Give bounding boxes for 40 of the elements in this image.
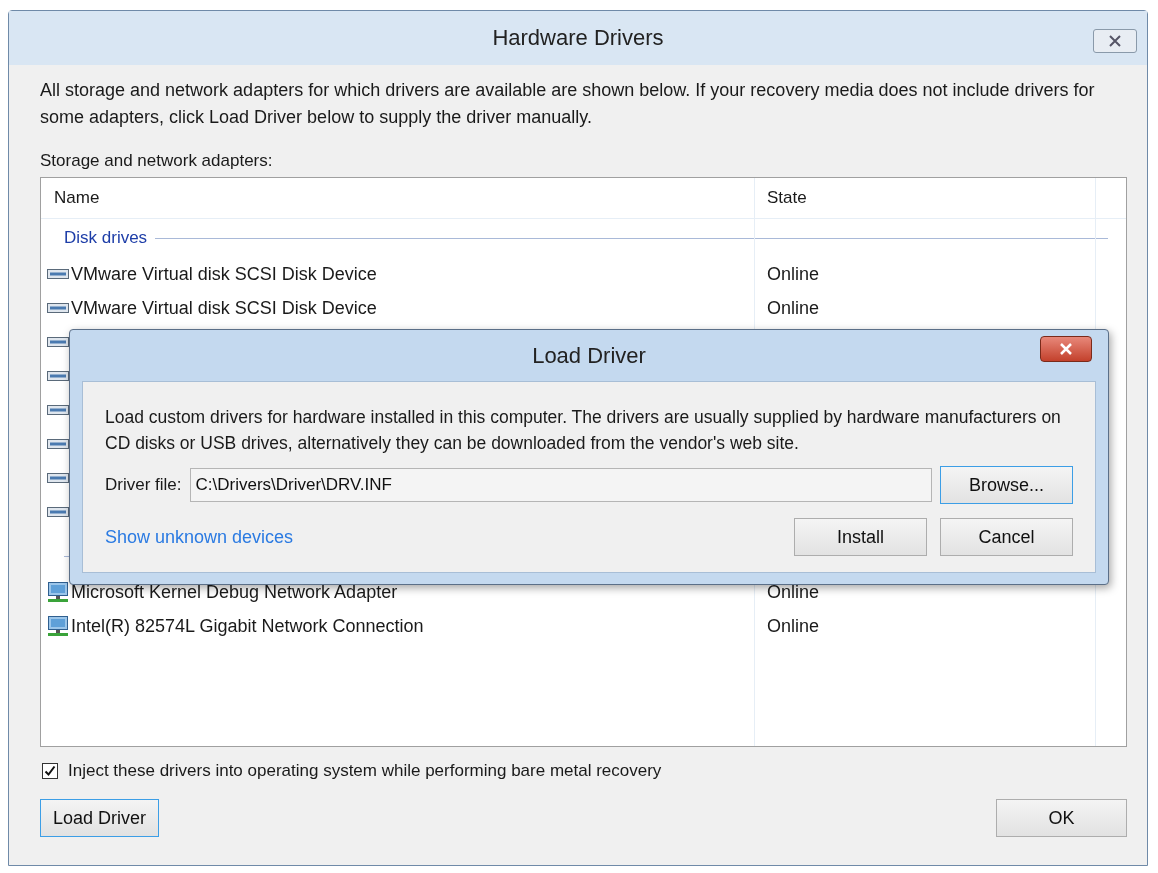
disk-drive-icon bbox=[47, 405, 69, 415]
adapter-name[interactable]: Microsoft Kernel Debug Network Adapter bbox=[71, 581, 398, 603]
adapter-state: Online bbox=[766, 581, 820, 603]
network-adapter-icon bbox=[47, 615, 69, 637]
adapter-state: Online bbox=[766, 297, 820, 319]
browse-button[interactable]: Browse... bbox=[940, 466, 1073, 504]
column-header[interactable]: Name bbox=[41, 188, 754, 208]
driver-file-field[interactable]: C:\Drivers\Driver\DRV.INF bbox=[189, 468, 932, 502]
disk-drive-icon bbox=[47, 269, 69, 279]
disk-drive-icon bbox=[47, 371, 69, 381]
cancel-button[interactable]: Cancel bbox=[940, 518, 1073, 556]
instructions-text: All storage and network adapters for which drivers are available are shown below. If your recovery media does not include drivers for some adapters, click Load Driver below to supply the driver manually. bbox=[40, 79, 1096, 129]
adapter-state: Online bbox=[766, 615, 820, 637]
dialog-title: Load Driver bbox=[532, 342, 646, 369]
group-header[interactable]: Disk drives bbox=[64, 228, 148, 248]
disk-drive-icon bbox=[47, 439, 69, 449]
close-icon bbox=[1059, 343, 1073, 355]
window-title: Hardware Drivers bbox=[492, 25, 664, 51]
disk-drive-icon bbox=[47, 337, 69, 347]
column-header[interactable]: State bbox=[754, 188, 807, 208]
adapter-name[interactable]: VMware Virtual disk SCSI Disk Device bbox=[71, 263, 377, 285]
load-driver-button[interactable]: Load Driver bbox=[40, 799, 160, 837]
close-button[interactable] bbox=[1093, 29, 1137, 53]
disk-drive-icon bbox=[47, 507, 69, 517]
inject-checkbox[interactable] bbox=[42, 763, 58, 779]
disk-drive-icon bbox=[47, 303, 69, 313]
adapter-name[interactable]: Intel(R) 82574L Gigabit Network Connection bbox=[71, 615, 424, 637]
disk-drive-icon bbox=[47, 473, 69, 483]
install-button[interactable]: Install bbox=[794, 518, 927, 556]
close-icon bbox=[1108, 35, 1122, 47]
adapter-name[interactable]: VMware Virtual disk SCSI Disk Device bbox=[71, 297, 377, 319]
show-unknown-devices-link[interactable]: Show unknown devices bbox=[105, 526, 781, 548]
checkbox-label: Inject these drivers into operating system while performing bare metal recovery bbox=[68, 761, 662, 781]
ok-button[interactable]: OK bbox=[996, 799, 1127, 837]
dialog-description: Load custom drivers for hardware installed in this computer. The drivers are usually supplied by hardware manufacturers on CD disks or USB drives, alternatively they can be downloaded from the vendor's web site. bbox=[105, 406, 1062, 455]
driver-file-label: Driver file: bbox=[105, 475, 182, 495]
list-label: Storage and network adapters: bbox=[40, 151, 274, 171]
close-button[interactable] bbox=[1040, 336, 1092, 362]
network-adapter-icon bbox=[47, 581, 69, 603]
adapter-state: Online bbox=[766, 263, 820, 285]
